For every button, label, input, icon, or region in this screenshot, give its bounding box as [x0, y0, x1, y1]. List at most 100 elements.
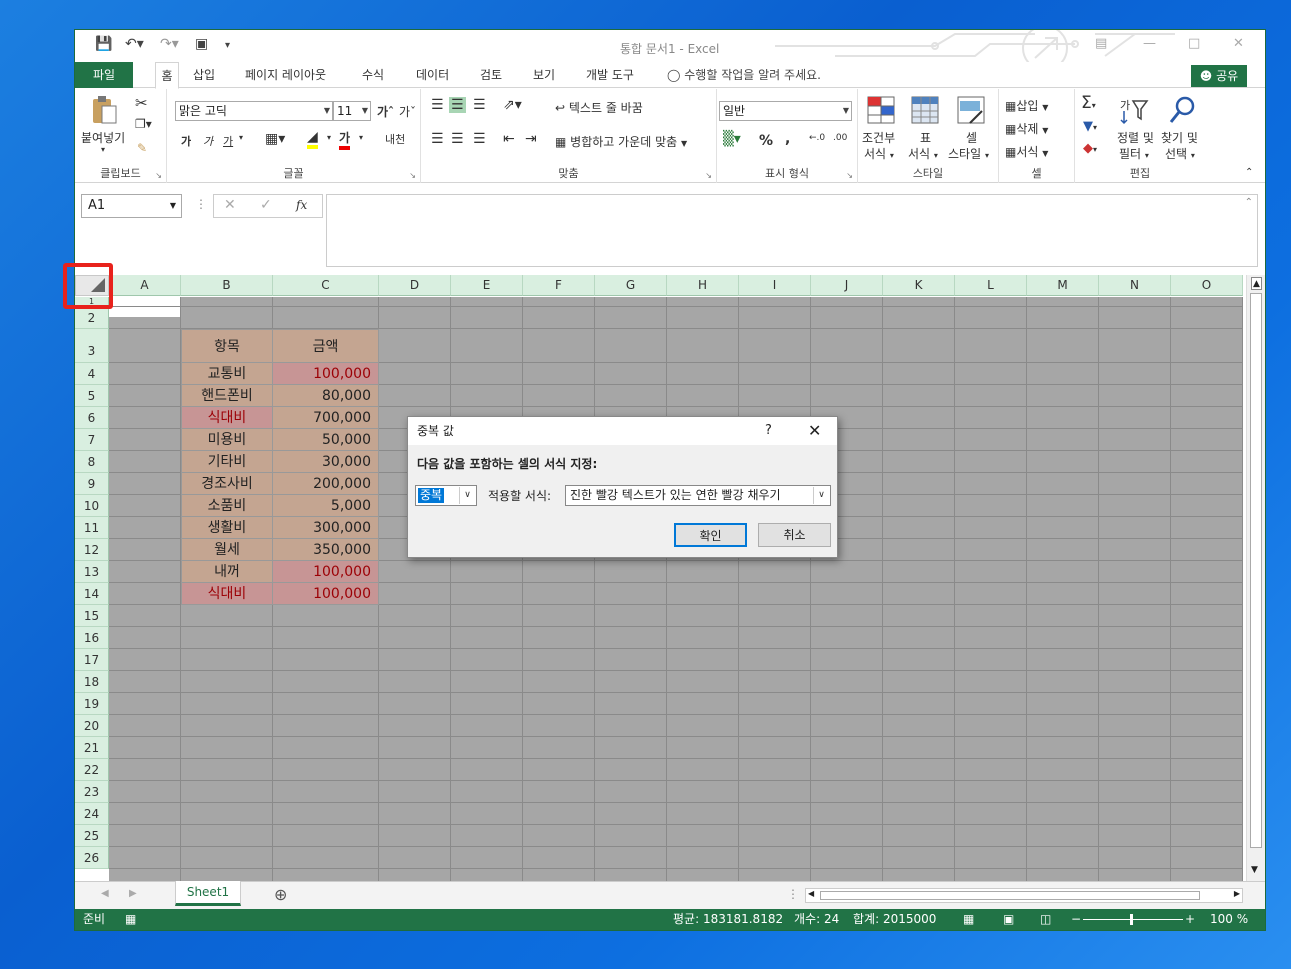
duplicate-type-select[interactable]: 중복 ∨: [415, 485, 477, 506]
row-header-18[interactable]: 18: [75, 671, 109, 693]
scroll-up-icon[interactable]: ▲: [1251, 277, 1262, 290]
table-cell-item[interactable]: 식대비: [181, 583, 273, 605]
row-header-26[interactable]: 26: [75, 847, 109, 869]
column-header-h[interactable]: H: [667, 275, 739, 296]
table-cell-amount[interactable]: 100,000: [273, 583, 379, 605]
column-header-i[interactable]: I: [739, 275, 811, 296]
cancel-button[interactable]: 취소: [758, 523, 831, 547]
format-select[interactable]: 진한 빨강 텍스트가 있는 연한 빨강 채우기 ∨: [565, 485, 831, 506]
table-cell-item[interactable]: 월세: [181, 539, 273, 561]
minimize-icon[interactable]: —: [1143, 36, 1156, 51]
cancel-icon[interactable]: ✕: [224, 197, 236, 213]
normal-view-icon[interactable]: ▦: [963, 909, 974, 930]
tab-page-layout[interactable]: 페이지 레이아웃: [245, 62, 326, 88]
row-header-8[interactable]: 8: [75, 451, 109, 473]
merge-center-button[interactable]: ▦ 병합하고 가운데 맞춤 ▼: [555, 133, 687, 150]
column-header-d[interactable]: D: [379, 275, 451, 296]
table-cell-item[interactable]: 생활비: [181, 517, 273, 539]
formula-input[interactable]: ⌃: [326, 194, 1258, 267]
table-cell-amount[interactable]: 200,000: [273, 473, 379, 495]
enter-icon[interactable]: ✓: [260, 197, 272, 213]
align-middle-icon[interactable]: ☰: [449, 97, 466, 113]
align-center-icon[interactable]: ☰: [451, 131, 464, 147]
row-header-24[interactable]: 24: [75, 803, 109, 825]
undo-icon[interactable]: ↶▾: [125, 36, 144, 52]
scroll-sheets-right-icon[interactable]: ▶: [129, 888, 137, 899]
find-select-button[interactable]: 선택 ▾: [1165, 145, 1195, 162]
currency-icon[interactable]: ▒▾: [723, 131, 741, 147]
comma-button[interactable]: ,: [785, 131, 790, 147]
tab-data[interactable]: 데이터: [416, 62, 449, 88]
increase-indent-icon[interactable]: ⇥: [525, 131, 537, 147]
cell-styles-button[interactable]: 스타일 ▾: [948, 145, 989, 162]
paste-icon[interactable]: [89, 95, 119, 125]
row-header-21[interactable]: 21: [75, 737, 109, 759]
format-table-button[interactable]: 서식 ▾: [908, 145, 938, 162]
page-layout-view-icon[interactable]: ▣: [1003, 909, 1014, 930]
row-header-11[interactable]: 11: [75, 517, 109, 539]
table-cell-item[interactable]: 교통비: [181, 363, 273, 385]
row-header-9[interactable]: 9: [75, 473, 109, 495]
find-select-label[interactable]: 찾기 및: [1161, 129, 1198, 146]
table-header-amount[interactable]: 금액: [273, 329, 379, 363]
decrease-font-icon[interactable]: 가ˇ: [399, 103, 416, 120]
redo-icon[interactable]: ↷▾: [160, 36, 179, 52]
align-left-icon[interactable]: ☰: [431, 131, 444, 147]
tab-view[interactable]: 보기: [533, 62, 555, 88]
format-painter-icon[interactable]: ✎: [137, 141, 147, 155]
increase-decimal-icon[interactable]: ←.0: [809, 133, 825, 143]
scroll-sheets-left-icon[interactable]: ◀: [101, 888, 109, 899]
row-header-4[interactable]: 4: [75, 363, 109, 385]
name-box[interactable]: A1 ▼: [81, 194, 182, 218]
cut-icon[interactable]: ✂: [135, 94, 148, 112]
copy-icon[interactable]: ❐▾: [135, 117, 152, 131]
row-header-22[interactable]: 22: [75, 759, 109, 781]
column-header-l[interactable]: L: [955, 275, 1027, 296]
row-header-16[interactable]: 16: [75, 627, 109, 649]
tab-formulas[interactable]: 수식: [362, 62, 384, 88]
decrease-decimal-icon[interactable]: .00: [833, 133, 847, 143]
table-cell-amount[interactable]: 5,000: [273, 495, 379, 517]
insert-cells-button[interactable]: ▦삽입 ▼: [1005, 97, 1048, 114]
paste-button[interactable]: 붙여넣기: [81, 129, 125, 146]
font-size-select[interactable]: 11 ▼: [333, 101, 371, 121]
dialog-launcher-icon[interactable]: ↘: [705, 171, 712, 180]
macro-record-icon[interactable]: ▦: [125, 909, 136, 930]
zoom-slider-thumb[interactable]: [1130, 914, 1133, 925]
worksheet-grid[interactable]: A B C D E F G H I J K L M N O 1 2 3 4 5 6 7 8 9 10 11 12 13 14 15 16 17…: [63, 263, 1265, 881]
table-cell-amount[interactable]: 100,000: [273, 363, 379, 385]
percent-button[interactable]: %: [759, 133, 773, 149]
help-button[interactable]: ?: [765, 417, 772, 445]
column-header-a[interactable]: A: [109, 275, 181, 296]
table-cell-item[interactable]: 핸드폰비: [181, 385, 273, 407]
tab-home[interactable]: 홈: [155, 62, 179, 89]
row-header-12[interactable]: 12: [75, 539, 109, 561]
table-cell-amount[interactable]: 350,000: [273, 539, 379, 561]
format-table-label[interactable]: 표: [920, 129, 931, 146]
column-header-m[interactable]: M: [1027, 275, 1099, 296]
row-header-5[interactable]: 5: [75, 385, 109, 407]
zoom-level[interactable]: 100 %: [1210, 909, 1248, 930]
tell-me-search[interactable]: ◯ 수행할 작업을 알려 주세요.: [667, 62, 821, 88]
align-bottom-icon[interactable]: ☰: [473, 97, 486, 113]
orientation-icon[interactable]: ⇗▾: [503, 97, 522, 113]
sheet-tab[interactable]: Sheet1: [175, 881, 241, 906]
row-header-20[interactable]: 20: [75, 715, 109, 737]
close-icon[interactable]: ✕: [1233, 36, 1244, 51]
find-select-icon[interactable]: [1167, 95, 1197, 125]
cell-styles-label[interactable]: 셀: [966, 129, 977, 146]
align-right-icon[interactable]: ☰: [473, 131, 486, 147]
column-header-g[interactable]: G: [595, 275, 667, 296]
dialog-launcher-icon[interactable]: ↘: [155, 171, 162, 180]
chevron-down-icon[interactable]: ∨: [813, 487, 829, 504]
quick-access-custom-icon[interactable]: ▣: [195, 36, 208, 52]
customize-toolbar-icon[interactable]: ▾: [225, 40, 230, 51]
italic-button[interactable]: 가: [203, 133, 213, 149]
more-options-icon[interactable]: ⋮: [195, 197, 207, 211]
format-table-icon[interactable]: [910, 95, 940, 125]
autosum-icon[interactable]: Σ▾: [1081, 93, 1096, 113]
share-button[interactable]: ☻ 공유: [1191, 65, 1247, 87]
format-cells-button[interactable]: ▦서식 ▼: [1005, 143, 1048, 160]
sort-filter-icon[interactable]: 가: [1119, 95, 1149, 125]
row-header-14[interactable]: 14: [75, 583, 109, 605]
